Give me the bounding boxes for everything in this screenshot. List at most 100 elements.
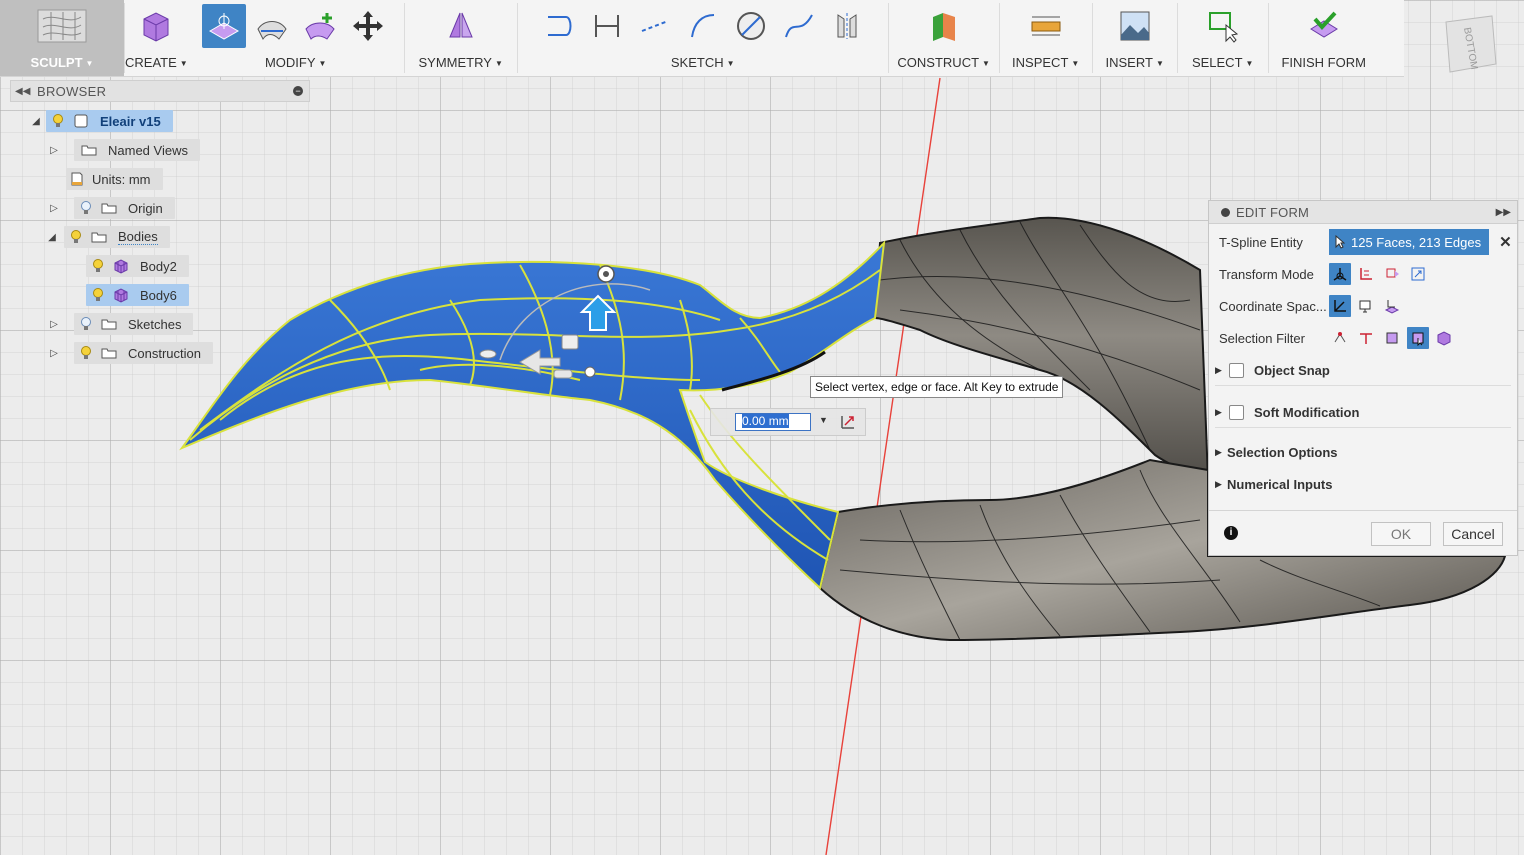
select-icon[interactable] — [1201, 4, 1245, 48]
transform-mode-label: Transform Mode — [1219, 266, 1314, 282]
toolbar: SCULPT ▼ CREATE ▼ MODIFY ▼ SYMMETRY ▼ SK… — [0, 0, 1404, 77]
clear-selection-icon[interactable]: ✕ — [1499, 233, 1512, 251]
tspline-body-icon — [112, 258, 130, 274]
collapsed-triangle-icon[interactable]: ▷ — [46, 145, 62, 156]
visibility-bulb-icon[interactable] — [50, 113, 66, 129]
measure-icon[interactable] — [1024, 4, 1068, 48]
finish-form-icon[interactable] — [1302, 4, 1346, 48]
sketch-mirror-icon[interactable] — [825, 4, 869, 48]
edit-form-icon[interactable] — [201, 4, 246, 48]
tree-item-named-views[interactable]: ▷ Named Views — [46, 138, 200, 162]
move-icon[interactable] — [346, 4, 390, 48]
visibility-bulb-off-icon[interactable] — [78, 316, 94, 332]
edit-form-header[interactable]: EDIT FORM ▶▶ — [1209, 201, 1517, 224]
tree-item-body6[interactable]: Body6 — [86, 283, 189, 307]
symmetry-menu[interactable]: SYMMETRY ▼ — [419, 52, 503, 74]
edge-filter-icon[interactable] — [1355, 327, 1377, 349]
expand-arrow-icon[interactable]: ▶ — [1215, 365, 1227, 376]
browser-minimize-icon[interactable]: − — [293, 86, 303, 96]
insert-group: INSERT ▼ — [1093, 0, 1177, 76]
translation-icon[interactable] — [1355, 263, 1377, 285]
sketch-arc-icon[interactable] — [681, 4, 725, 48]
body-filter-icon[interactable] — [1433, 327, 1455, 349]
collapsed-triangle-icon[interactable]: ▷ — [46, 203, 62, 214]
distance-input[interactable]: 0.00 mm — [735, 413, 811, 431]
tree-item-construction[interactable]: ▷ Construction — [46, 341, 213, 365]
visibility-bulb-icon[interactable] — [90, 258, 106, 274]
insert-point-icon[interactable] — [298, 4, 342, 48]
construct-plane-icon[interactable] — [922, 4, 966, 48]
select-menu[interactable]: SELECT ▼ — [1192, 52, 1254, 74]
sketch-menu[interactable]: SKETCH ▼ — [671, 52, 735, 74]
view-cube[interactable]: BOTTOM — [1438, 14, 1500, 76]
edit-form-title: EDIT FORM — [1236, 204, 1310, 220]
cancel-button[interactable]: Cancel — [1443, 522, 1503, 546]
tree-item-document[interactable]: ◢ Eleair v15 — [28, 109, 173, 133]
info-icon[interactable]: i — [1224, 526, 1238, 540]
object-snap-checkbox[interactable] — [1229, 362, 1244, 378]
sketch-circle-icon[interactable] — [729, 4, 773, 48]
ok-button[interactable]: OK — [1371, 522, 1431, 546]
rotation-icon[interactable] — [1381, 263, 1403, 285]
sketch-construction-line-icon[interactable] — [633, 4, 677, 48]
expand-dialog-icon[interactable]: ▶▶ — [1496, 207, 1511, 218]
tspline-entity-selector[interactable]: 125 Faces, 213 Edges — [1329, 229, 1490, 255]
edit-form-dialog: EDIT FORM ▶▶ T-Spline Entity 125 Faces, … — [1208, 200, 1518, 556]
object-snap-label: Object Snap — [1254, 362, 1330, 378]
expanded-triangle-icon[interactable]: ◢ — [28, 116, 44, 127]
browser-title: BROWSER — [37, 83, 107, 99]
construct-group: CONSTRUCT ▼ — [889, 0, 999, 76]
visibility-bulb-icon[interactable] — [90, 287, 106, 303]
expand-arrow-icon[interactable]: ▶ — [1215, 407, 1227, 418]
visibility-bulb-icon[interactable] — [68, 229, 84, 245]
construct-menu[interactable]: CONSTRUCT ▼ — [897, 52, 990, 74]
tree-item-sketches[interactable]: ▷ Sketches — [46, 312, 194, 336]
folder-icon — [90, 229, 108, 245]
visibility-bulb-icon[interactable] — [78, 345, 94, 361]
collapsed-triangle-icon[interactable]: ▷ — [46, 319, 62, 330]
soft-modification-checkbox[interactable] — [1229, 404, 1244, 420]
soft-modification-section[interactable]: ▶ Soft Modification — [1215, 397, 1511, 428]
sketch-line-icon[interactable] — [537, 4, 581, 48]
selection-options-section[interactable]: ▶ Selection Options — [1215, 437, 1511, 467]
tree-item-body2[interactable]: Body2 — [86, 254, 189, 278]
world-space-icon[interactable] — [1329, 295, 1351, 317]
finish-form-button[interactable]: FINISH FORM — [1281, 52, 1366, 74]
expand-arrow-icon[interactable]: ▶ — [1215, 447, 1227, 458]
insert-menu[interactable]: INSERT ▼ — [1106, 52, 1164, 74]
vertex-filter-icon[interactable] — [1329, 327, 1351, 349]
scale-icon[interactable] — [1407, 263, 1429, 285]
inspect-menu[interactable]: INSPECT ▼ — [1012, 52, 1079, 74]
object-snap-section[interactable]: ▶ Object Snap — [1215, 355, 1511, 386]
modify-menu[interactable]: MODIFY ▼ — [265, 52, 326, 74]
collapsed-triangle-icon[interactable]: ▷ — [46, 348, 62, 359]
insert-edge-icon[interactable] — [250, 4, 294, 48]
symmetry-icon[interactable] — [439, 4, 483, 48]
create-box-icon[interactable] — [134, 4, 178, 48]
local-space-icon[interactable] — [1381, 295, 1403, 317]
create-menu[interactable]: CREATE ▼ — [125, 52, 188, 74]
numerical-inputs-section[interactable]: ▶ Numerical Inputs — [1215, 469, 1511, 499]
document-icon — [72, 113, 90, 129]
browser-panel-header[interactable]: ◀◀ BROWSER − — [10, 80, 310, 102]
face-filter-icon[interactable] — [1381, 327, 1403, 349]
distance-dropdown-icon[interactable]: ▼ — [819, 415, 828, 425]
tree-item-origin[interactable]: ▷ Origin — [46, 196, 175, 220]
workspace-switcher[interactable]: SCULPT ▼ — [0, 0, 124, 76]
all-filter-icon[interactable] — [1407, 327, 1429, 349]
visibility-bulb-off-icon[interactable] — [78, 200, 94, 216]
sketch-spline-icon[interactable] — [777, 4, 821, 48]
tree-item-bodies[interactable]: ◢ Bodies — [44, 225, 170, 249]
sketch-dimension-icon[interactable] — [585, 4, 629, 48]
distance-measure-icon[interactable] — [839, 413, 857, 434]
selection-filter-label: Selection Filter — [1219, 330, 1305, 346]
grey-body-upper[interactable] — [873, 216, 1210, 482]
dialog-pin-icon[interactable] — [1221, 207, 1230, 217]
tree-item-units[interactable]: Units: mm — [62, 167, 163, 191]
insert-image-icon[interactable] — [1113, 4, 1157, 48]
multi-transform-icon[interactable] — [1329, 263, 1351, 285]
expand-arrow-icon[interactable]: ▶ — [1215, 479, 1227, 490]
expanded-triangle-icon[interactable]: ◢ — [44, 232, 60, 243]
view-space-icon[interactable] — [1355, 295, 1377, 317]
collapse-browser-icon[interactable]: ◀◀ — [15, 86, 33, 97]
